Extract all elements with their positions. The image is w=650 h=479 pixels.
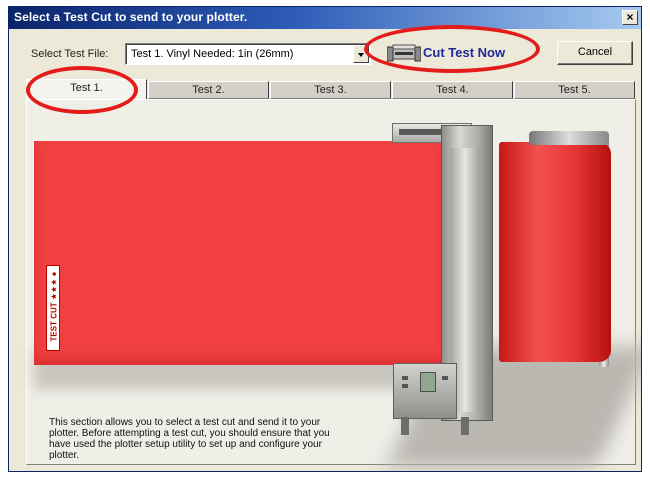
plotter-display [420,372,436,392]
tab-test-4[interactable]: Test 4. [392,81,513,99]
vinyl-sheet [34,141,446,365]
tab-test-1-highlight-ring [26,66,138,114]
test-file-select-value: Test 1. Vinyl Needed: 1in (26mm) [131,48,294,60]
window-title: Select a Test Cut to send to your plotte… [14,10,248,24]
tab-test-2[interactable]: Test 2. [148,81,269,99]
description-text: This section allows you to select a test… [49,417,330,461]
plotter-button [402,376,408,380]
test-cut-sticker: TEST CUT ★★★ ● [46,265,60,351]
plotter-foot [461,417,469,435]
roll-cap [529,131,609,145]
select-test-file-label: Select Test File: [31,48,109,60]
cut-test-now-highlight-ring [364,25,540,73]
sticker-text: TEST CUT ★★★ ● [49,271,59,342]
cancel-button[interactable]: Cancel [557,41,633,65]
title-bar: Select a Test Cut to send to your plotte… [9,7,641,29]
plotter-button [442,376,448,380]
plotter-control-panel [393,363,457,419]
close-button[interactable]: × [622,10,638,25]
test-file-select[interactable]: Test 1. Vinyl Needed: 1in (26mm) [125,43,371,65]
plotter-button [402,384,408,388]
tab-test-3[interactable]: Test 3. [270,81,391,99]
plotter-foot [401,417,409,435]
plotter-slot [399,129,443,135]
tab-test-5[interactable]: Test 5. [514,81,635,99]
vinyl-roll [499,142,611,362]
